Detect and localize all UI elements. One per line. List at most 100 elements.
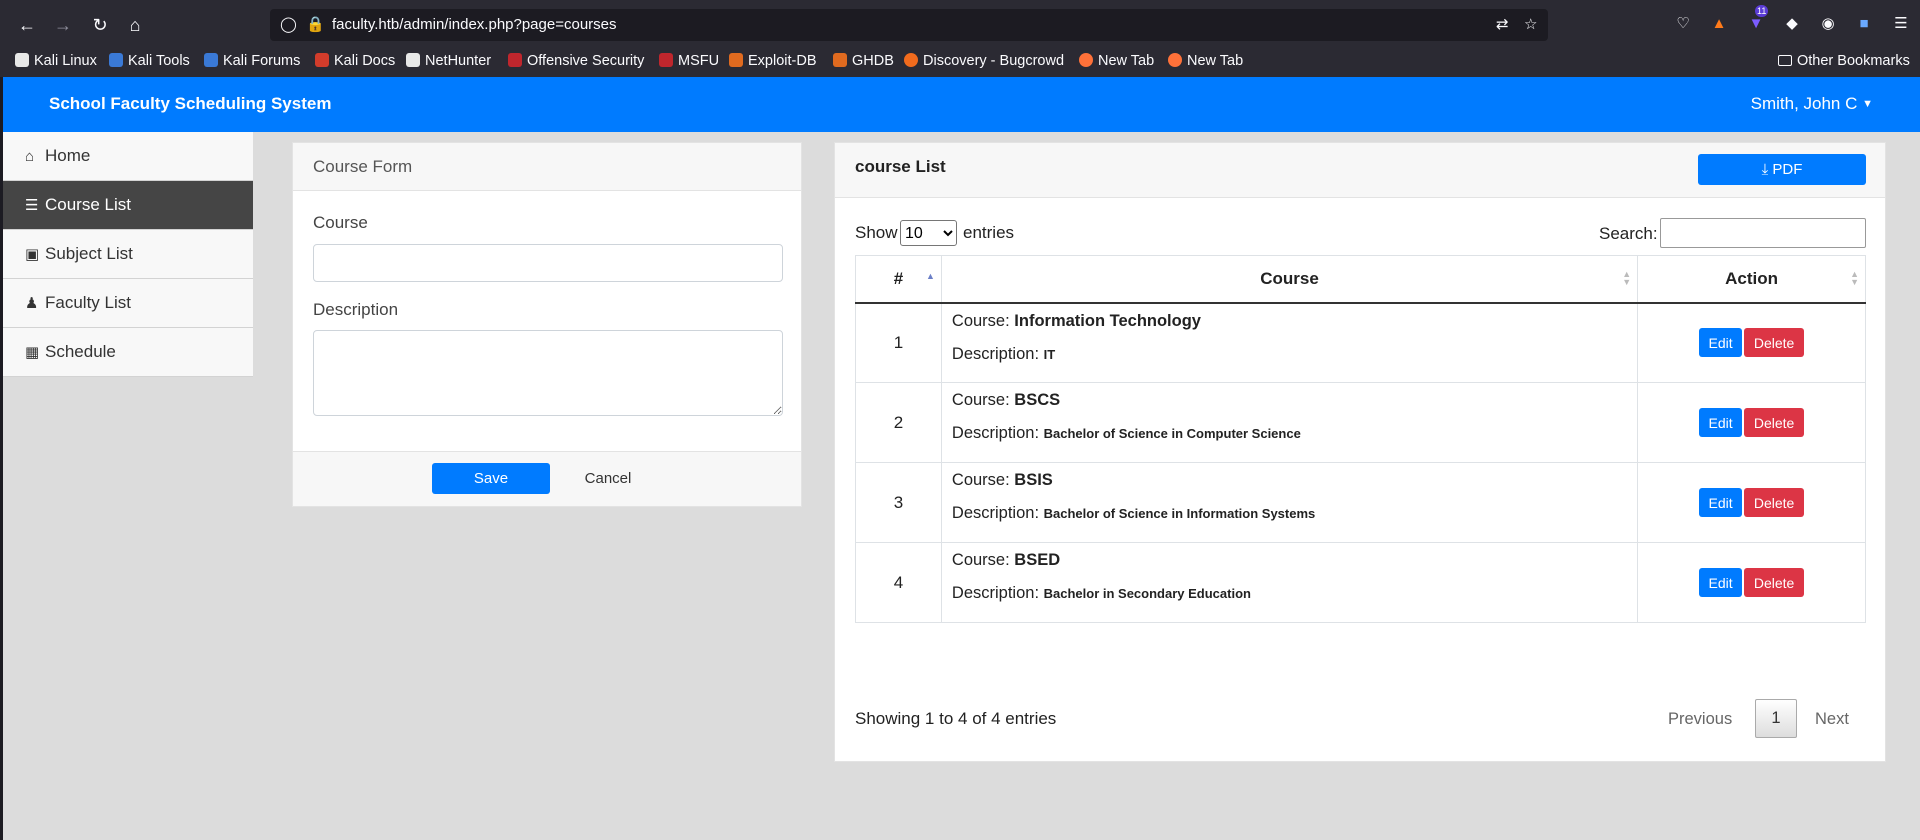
sidebar: ⌂ Home ☰ Course List ▣ Subject List ♟ Facult…: [3, 132, 253, 377]
bookmark-kali-forums[interactable]: Kali Forums: [204, 53, 300, 69]
column-header-course[interactable]: Course ▲ ▼: [940, 255, 1639, 304]
edit-button[interactable]: Edit: [1699, 568, 1743, 597]
cancel-button[interactable]: Cancel: [563, 463, 653, 494]
pdf-button[interactable]: ⤓ PDF: [1698, 154, 1866, 185]
course-name: BSED: [1014, 551, 1061, 569]
sidebar-item-subject-list[interactable]: ▣ Subject List: [3, 230, 253, 279]
book-icon: ▣: [25, 246, 40, 263]
bookmark-label: New Tab: [1098, 53, 1155, 69]
translate-icon[interactable]: ⇄: [1496, 15, 1509, 33]
edit-button[interactable]: Edit: [1699, 328, 1743, 358]
course-table: # ▲ Course ▲ ▼ Action ▲ ▼ 1 Course: Informati…: [855, 255, 1866, 623]
sidebar-item-course-list[interactable]: ☰ Course List: [3, 181, 253, 230]
bookmark-msfu[interactable]: MSFU: [659, 53, 719, 69]
lock-icon[interactable]: 🔒: [306, 15, 325, 33]
bookmark-label: GHDB: [852, 53, 894, 69]
search-input[interactable]: [1660, 218, 1866, 248]
kali-docs-icon: [315, 53, 329, 67]
save-button[interactable]: Save: [432, 463, 550, 494]
description-prefix: Description:: [951, 584, 1040, 602]
column-header-label: Course: [1260, 268, 1319, 288]
pdf-label: PDF: [1772, 161, 1803, 178]
row-actions: Edit Delete: [1637, 542, 1866, 623]
row-number: 3: [855, 462, 942, 543]
bookmark-label: Exploit-DB: [748, 53, 817, 69]
pocket-icon[interactable]: ♡: [1672, 13, 1694, 35]
foxyproxy-icon[interactable]: ▲: [1708, 13, 1730, 35]
table-info: Showing 1 to 4 of 4 entries: [855, 709, 1057, 728]
course-list-header: course List ⤓ PDF: [835, 143, 1885, 198]
bookmark-kali-docs[interactable]: Kali Docs: [315, 53, 395, 69]
sidebar-item-faculty-list[interactable]: ♟ Faculty List: [3, 279, 253, 328]
back-arrow-icon[interactable]: ←: [13, 12, 41, 38]
course-description: IT: [1043, 346, 1056, 362]
bookmark-discovery-bugcrowd[interactable]: Discovery - Bugcrowd: [904, 53, 1064, 69]
browser-toolbar: ← → ↻ ⌂ ◯ 🔒 faculty.htb/admin/index.php?…: [0, 0, 1920, 49]
translator-icon[interactable]: ■: [1853, 13, 1875, 35]
reload-icon[interactable]: ↻: [86, 12, 114, 38]
bookmark-exploit-db[interactable]: Exploit-DB: [729, 53, 817, 69]
exploit-db-icon: [833, 53, 847, 67]
edit-button[interactable]: Edit: [1699, 408, 1743, 437]
column-header-action[interactable]: Action ▲ ▼: [1637, 255, 1866, 304]
sidebar-item-label: Schedule: [45, 342, 116, 361]
row-number: 4: [855, 542, 942, 623]
course-form-footer: Save Cancel: [293, 451, 801, 506]
bugcrowd-icon: [904, 53, 918, 67]
extension-badge-icon[interactable]: ▼ 11: [1745, 5, 1769, 35]
course-description: Bachelor in Secondary Education: [1043, 586, 1251, 601]
user-menu[interactable]: Smith, John C ▼: [1751, 94, 1873, 114]
row-actions: Edit Delete: [1637, 382, 1866, 463]
delete-button[interactable]: Delete: [1744, 408, 1805, 437]
delete-button[interactable]: Delete: [1744, 568, 1805, 597]
entries-label: entries: [963, 223, 1015, 242]
home-icon[interactable]: ⌂: [121, 12, 149, 38]
bookmark-new-tab-2[interactable]: New Tab: [1168, 53, 1243, 69]
course-name: BSIS: [1014, 471, 1053, 489]
course-prefix: Course:: [951, 471, 1010, 489]
course-input[interactable]: [313, 244, 783, 282]
search-label: Search:: [1599, 224, 1658, 243]
page-viewport: School Faculty Scheduling System Smith, …: [3, 77, 1920, 840]
bookmark-new-tab-1[interactable]: New Tab: [1079, 53, 1154, 69]
forward-arrow-icon[interactable]: →: [49, 12, 77, 38]
metamask-icon[interactable]: ◉: [1817, 13, 1839, 35]
folder-icon: [1778, 55, 1792, 66]
next-page-button[interactable]: Next: [1815, 710, 1849, 729]
bookmark-nethunter[interactable]: NetHunter: [406, 53, 491, 69]
app-header: School Faculty Scheduling System Smith, …: [3, 77, 1920, 132]
previous-page-button[interactable]: Previous: [1668, 710, 1732, 729]
download-icon: ⤓: [1761, 161, 1769, 178]
sidebar-item-label: Home: [45, 146, 91, 165]
sidebar-item-label: Course List: [45, 195, 131, 214]
course-list-card: course List ⤓ PDF Show 10 entries Search…: [834, 142, 1886, 762]
url-bar[interactable]: ◯ 🔒 faculty.htb/admin/index.php?page=cou…: [270, 9, 1548, 41]
bookmark-kali-tools[interactable]: Kali Tools: [109, 53, 190, 69]
url-text[interactable]: faculty.htb/admin/index.php?page=courses: [332, 16, 617, 33]
table-row: 4 Course: BSED Description: Bachelor in …: [855, 542, 1866, 623]
sidebar-item-schedule[interactable]: ▦ Schedule: [3, 328, 253, 377]
delete-button[interactable]: Delete: [1744, 328, 1805, 358]
column-header-number[interactable]: # ▲: [855, 255, 942, 304]
page-1-button[interactable]: 1: [1755, 699, 1797, 738]
bookmark-offensive-security[interactable]: Offensive Security: [508, 53, 644, 69]
bookmark-ghdb[interactable]: GHDB: [833, 53, 894, 69]
edit-button[interactable]: Edit: [1699, 488, 1743, 517]
exploit-db-icon: [729, 53, 743, 67]
table-header-row: # ▲ Course ▲ ▼ Action ▲ ▼: [855, 255, 1866, 304]
bookmark-star-icon[interactable]: ☆: [1524, 15, 1537, 33]
other-bookmarks-label: Other Bookmarks: [1797, 53, 1910, 69]
description-label: Description: [313, 300, 399, 319]
page-length-select[interactable]: 10: [900, 220, 957, 246]
sidebar-item-home[interactable]: ⌂ Home: [3, 132, 253, 181]
delete-button[interactable]: Delete: [1744, 488, 1805, 517]
wappalyzer-icon[interactable]: ◆: [1781, 13, 1803, 35]
other-bookmarks[interactable]: Other Bookmarks: [1778, 53, 1910, 69]
bookmarks-bar: Kali Linux Kali Tools Kali Forums Kali D…: [0, 49, 1920, 77]
bookmark-kali-linux[interactable]: Kali Linux: [15, 53, 97, 69]
description-textarea[interactable]: [313, 330, 783, 416]
course-list-title: course List: [855, 157, 946, 176]
shield-icon[interactable]: ◯: [280, 15, 297, 33]
menu-icon[interactable]: ☰: [1890, 13, 1912, 35]
firefox-icon: [1168, 53, 1182, 67]
